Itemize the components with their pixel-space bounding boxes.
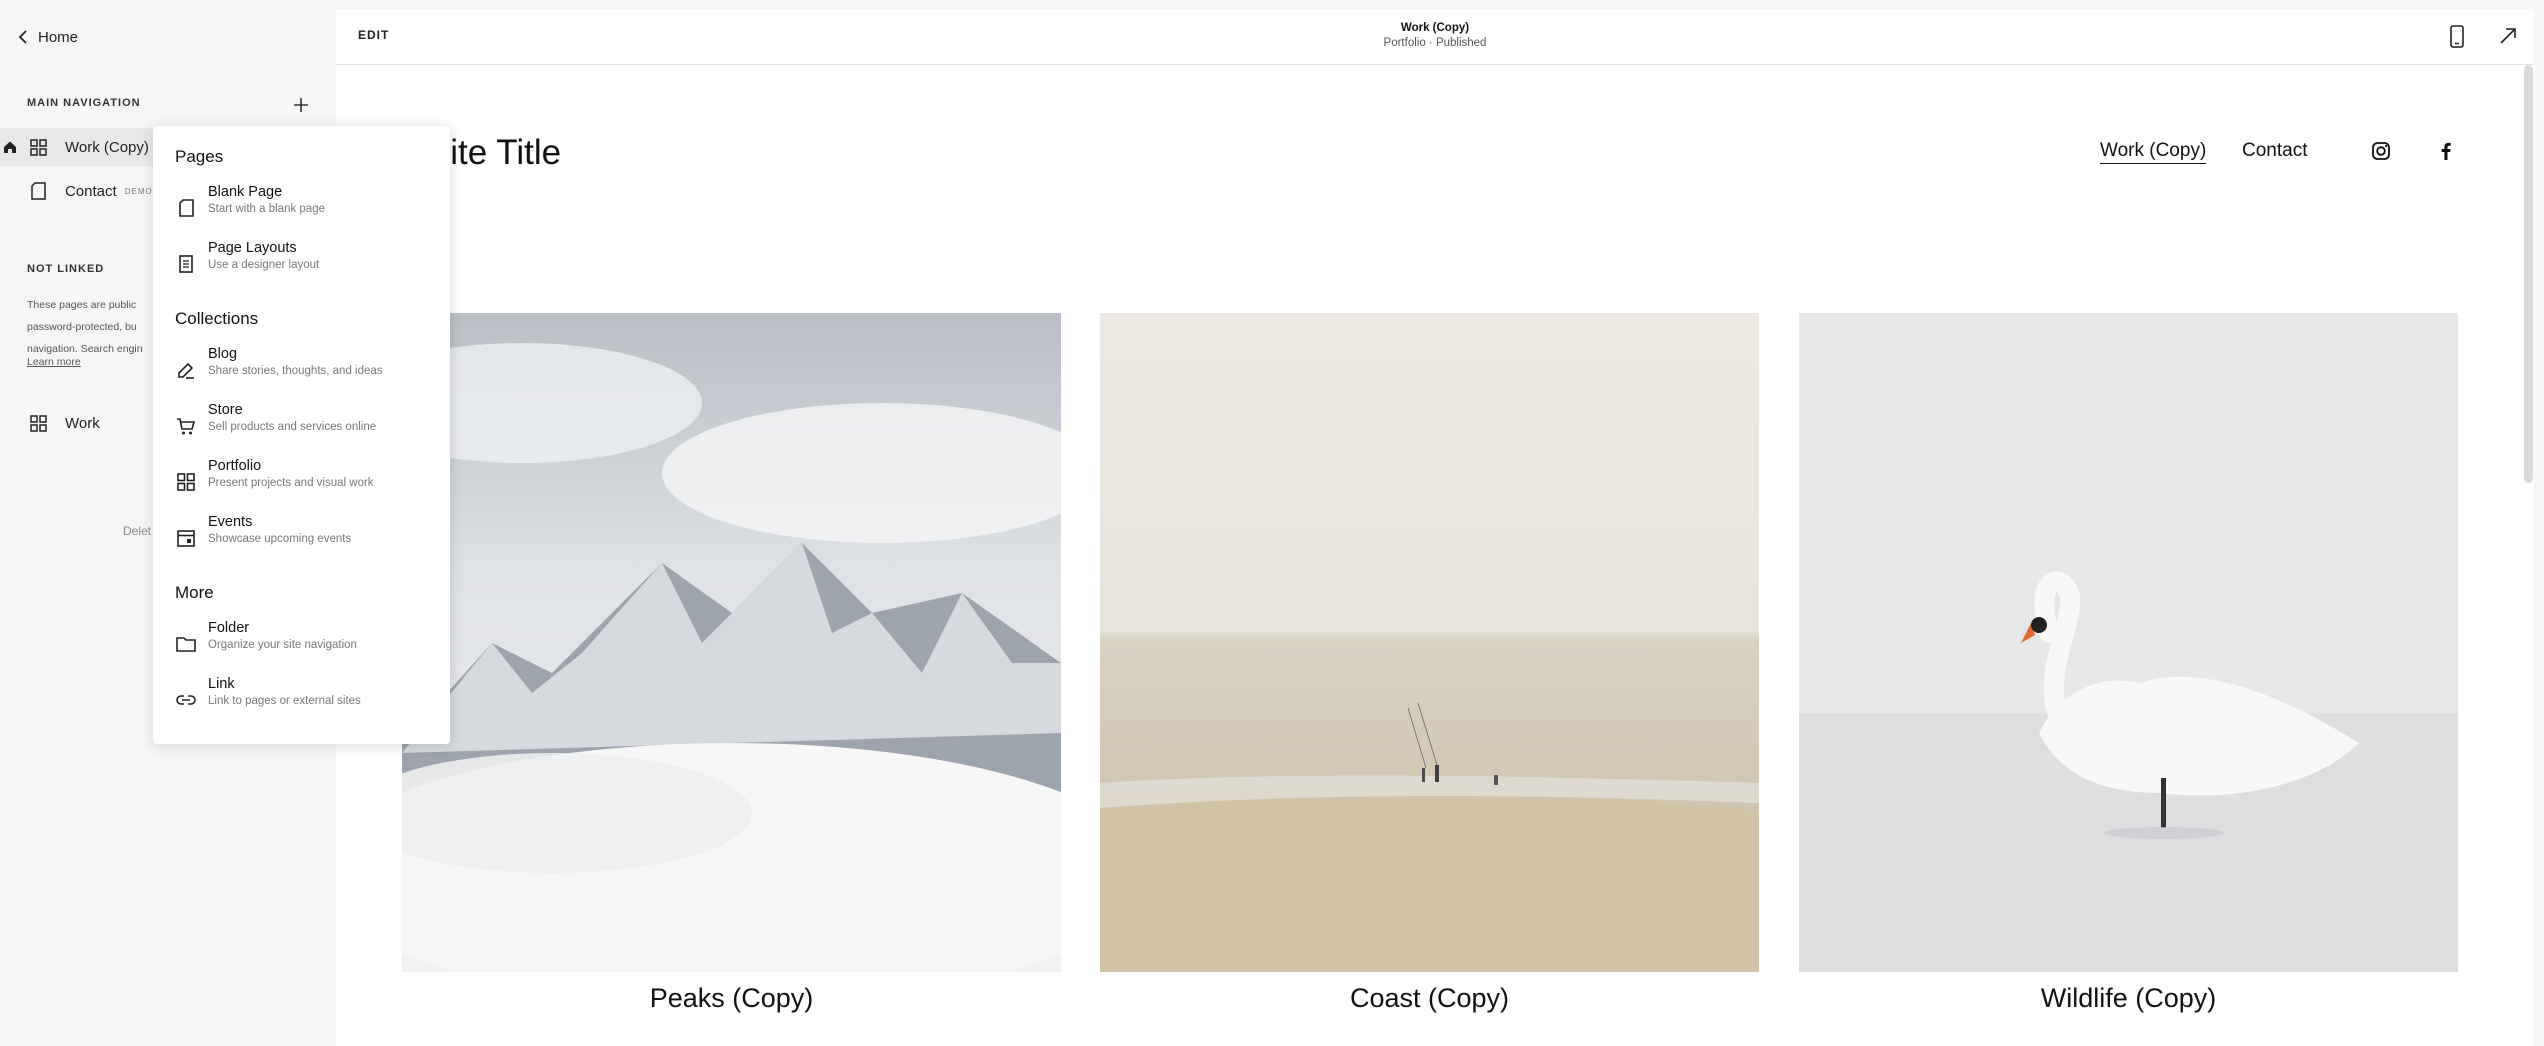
menu-item-title: Store [208, 402, 243, 418]
collections-heading: Collections [175, 309, 259, 328]
menu-item-subtitle: Organize your site navigation [208, 639, 357, 651]
plus-icon [294, 98, 308, 112]
gallery-caption: Wildlife (Copy) [2040, 983, 2217, 1013]
menu-item-subtitle: Link to pages or external sites [208, 695, 361, 707]
toolbar-divider [336, 64, 2534, 65]
nav-item-label: Work (Copy) [65, 138, 149, 156]
gallery-item-wildlife[interactable]: Wildlife (Copy) [1799, 313, 2458, 1014]
menu-item-page-layouts[interactable]: Page Layouts Use a designer layout [153, 239, 450, 291]
facebook-icon[interactable] [2435, 140, 2457, 162]
preview-scrollbar[interactable] [2524, 65, 2533, 483]
gallery-image-peaks [402, 313, 1061, 972]
cart-icon [177, 418, 196, 435]
expand-icon[interactable] [2496, 24, 2520, 48]
gallery-item-coast[interactable]: Coast (Copy) [1100, 313, 1759, 1014]
add-page-button[interactable] [288, 92, 314, 118]
home-label: Home [38, 28, 79, 46]
page-icon [27, 180, 49, 202]
menu-item-title: Blank Page [208, 184, 283, 200]
blog-icon [178, 362, 194, 379]
main-navigation-label: MAIN NAVIGATION [27, 97, 141, 109]
menu-item-events[interactable]: Events Showcase upcoming events [153, 513, 450, 565]
menu-item-subtitle: Share stories, thoughts, and ideas [208, 365, 383, 377]
menu-item-title: Portfolio [208, 458, 262, 474]
grid-icon [27, 412, 49, 434]
menu-item-subtitle: Sell products and services online [208, 421, 377, 433]
menu-item-blog[interactable]: Blog Share stories, thoughts, and ideas [153, 345, 450, 397]
site-nav-contact[interactable]: Contact [2242, 140, 2307, 162]
menu-item-store[interactable]: Store Sell products and services online [153, 401, 450, 453]
more-heading: More [175, 583, 214, 602]
deleted-pages-link[interactable]: Delet [123, 524, 151, 538]
menu-item-title: Page Layouts [208, 240, 297, 256]
chevron-left-icon [18, 30, 27, 44]
menu-item-link[interactable]: Link Link to pages or external sites [153, 675, 450, 727]
gallery-caption: Coast (Copy) [1349, 983, 1510, 1013]
menu-item-title: Link [208, 676, 235, 692]
menu-item-portfolio[interactable]: Portfolio Present projects and visual wo… [153, 457, 450, 509]
nav-item-label: Work [65, 414, 100, 432]
menu-item-title: Folder [208, 620, 250, 636]
gallery-image-wildlife [1799, 313, 2458, 972]
menu-item-folder[interactable]: Folder Organize your site navigation [153, 619, 450, 671]
not-linked-label: NOT LINKED [27, 263, 105, 275]
instagram-icon[interactable] [2370, 140, 2392, 162]
page-status: Portfolio · Published [1383, 37, 1487, 49]
gallery-image-coast [1100, 313, 1759, 972]
add-page-menu: Pages Blank Page Start with a blank page… [153, 126, 450, 744]
menu-item-title: Events [208, 514, 253, 530]
mobile-preview-icon[interactable] [2446, 24, 2468, 50]
site-preview: EDIT Work (Copy) Portfolio · Published u… [336, 9, 2534, 1046]
homepage-icon [4, 141, 16, 153]
folder-icon [176, 637, 196, 652]
page-title: Work (Copy) [1400, 22, 1470, 34]
layout-icon [179, 255, 193, 273]
calendar-icon [177, 530, 195, 547]
menu-item-title: Blog [208, 346, 238, 362]
learn-more-link[interactable]: Learn more [27, 356, 81, 368]
site-nav-work-copy[interactable]: Work (Copy) [2100, 140, 2207, 164]
menu-item-blank-page[interactable]: Blank Page Start with a blank page [153, 183, 450, 235]
nav-item-label: Contact [65, 182, 117, 200]
menu-item-subtitle: Use a designer layout [208, 259, 320, 271]
grid-icon [27, 136, 49, 158]
gallery-caption: Peaks (Copy) [649, 983, 814, 1013]
menu-item-subtitle: Present projects and visual work [208, 477, 374, 489]
home-back-link[interactable]: Home [18, 24, 78, 50]
grid-icon [177, 473, 195, 491]
menu-item-subtitle: Showcase upcoming events [208, 533, 352, 545]
gallery-item-peaks[interactable]: Peaks (Copy) [402, 313, 1061, 1014]
blank-page-icon [179, 199, 194, 217]
demo-badge: DEMO [124, 186, 153, 196]
pages-heading: Pages [175, 147, 224, 166]
link-icon [176, 695, 196, 705]
menu-item-subtitle: Start with a blank page [208, 203, 325, 215]
